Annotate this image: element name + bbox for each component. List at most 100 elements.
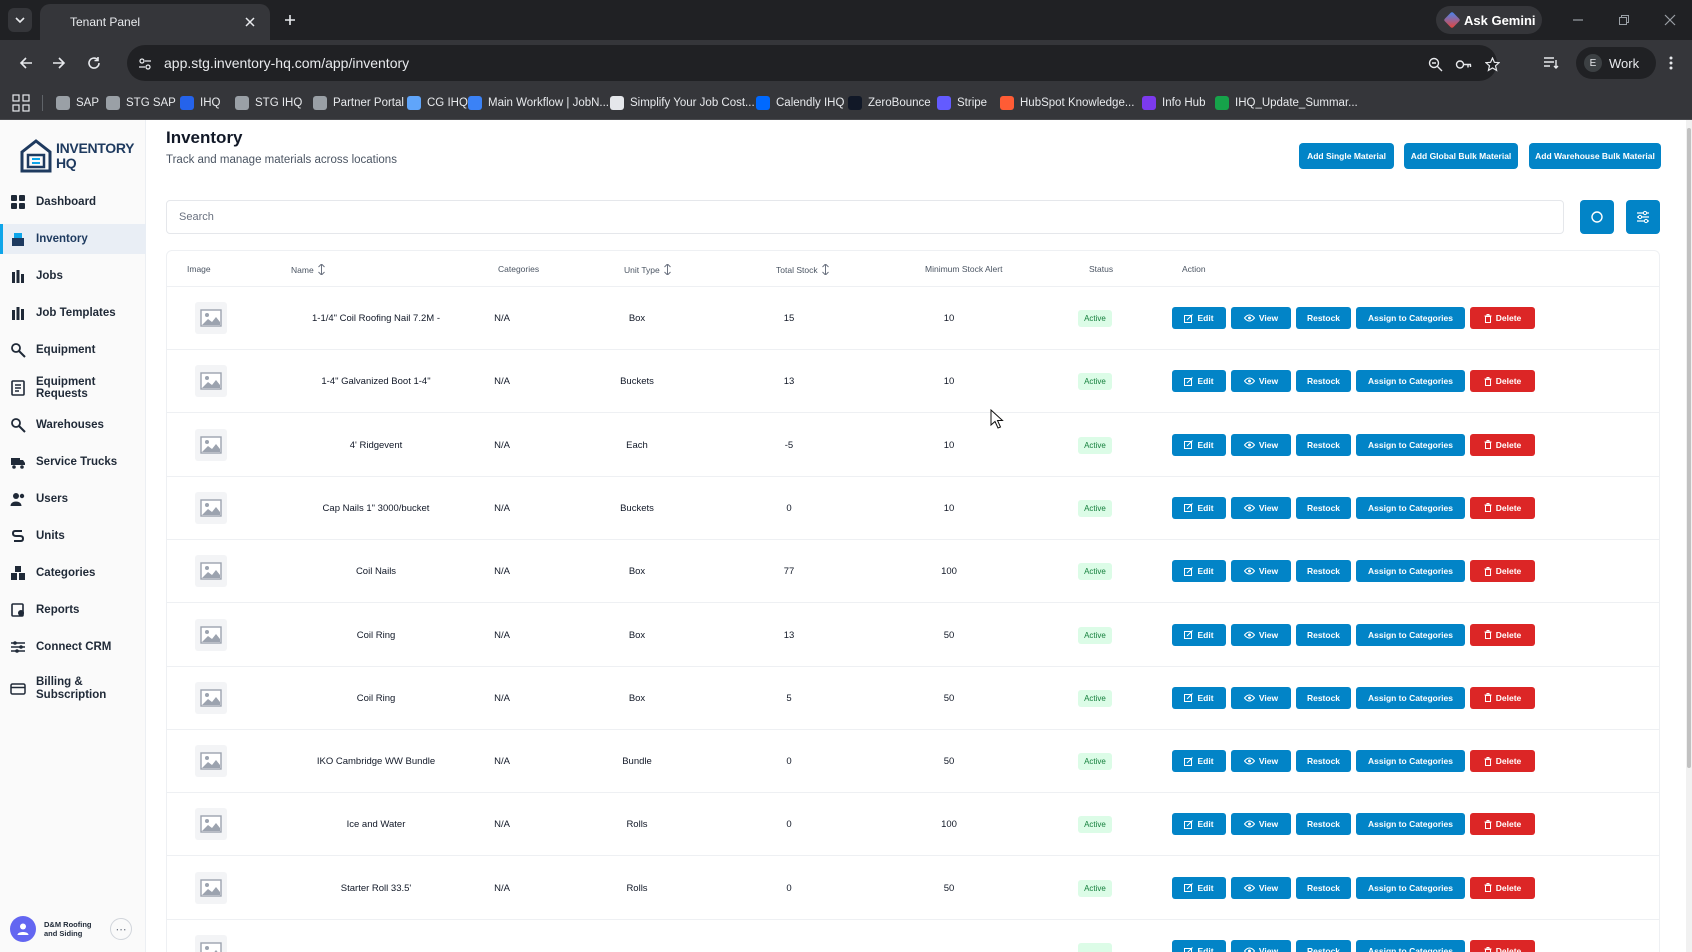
- bookmark-item[interactable]: Partner Portal: [313, 93, 404, 113]
- edit-button[interactable]: Edit: [1172, 813, 1226, 836]
- app-logo[interactable]: INVENTORY HQ: [20, 138, 135, 174]
- search-input[interactable]: Search: [166, 200, 1564, 234]
- bookmark-item[interactable]: IHQ_Update_Summar...: [1215, 93, 1358, 113]
- apps-grid-icon[interactable]: [12, 94, 30, 112]
- delete-button[interactable]: Delete: [1470, 496, 1535, 519]
- close-window-button[interactable]: [1660, 10, 1680, 30]
- assign-categories-button[interactable]: Assign to Categories: [1356, 876, 1465, 899]
- tab-search-button[interactable]: [8, 8, 32, 32]
- view-button[interactable]: View: [1231, 813, 1291, 836]
- sidebar-item-equipment[interactable]: Equipment: [0, 335, 146, 365]
- sidebar-item-units[interactable]: Units: [0, 521, 146, 551]
- delete-button[interactable]: Delete: [1470, 750, 1535, 773]
- browser-tab-active[interactable]: Tenant Panel: [40, 4, 270, 40]
- sidebar-item-dashboard[interactable]: Dashboard: [0, 187, 146, 217]
- sidebar-item-reports[interactable]: Reports: [0, 595, 146, 625]
- delete-button[interactable]: Delete: [1470, 813, 1535, 836]
- restock-button[interactable]: Restock: [1296, 686, 1351, 709]
- view-button[interactable]: View: [1231, 370, 1291, 393]
- assign-categories-button[interactable]: Assign to Categories: [1356, 750, 1465, 773]
- restock-button[interactable]: Restock: [1296, 560, 1351, 583]
- edit-button[interactable]: Edit: [1172, 940, 1226, 952]
- view-button[interactable]: View: [1231, 750, 1291, 773]
- view-button[interactable]: View: [1231, 433, 1291, 456]
- search-button[interactable]: [1580, 200, 1614, 234]
- sidebar-item-equipment-requests[interactable]: Equipment Requests: [0, 373, 146, 403]
- restock-button[interactable]: Restock: [1296, 496, 1351, 519]
- bookmark-item[interactable]: CG IHQ: [407, 93, 468, 113]
- sidebar-item-warehouses[interactable]: Warehouses: [0, 410, 146, 440]
- assign-categories-button[interactable]: Assign to Categories: [1356, 370, 1465, 393]
- sidebar-item-service-trucks[interactable]: Service Trucks: [0, 447, 146, 477]
- bookmark-item[interactable]: Calendly IHQ: [756, 93, 844, 113]
- delete-button[interactable]: Delete: [1470, 433, 1535, 456]
- assign-categories-button[interactable]: Assign to Categories: [1356, 686, 1465, 709]
- edit-button[interactable]: Edit: [1172, 370, 1226, 393]
- view-button[interactable]: View: [1231, 560, 1291, 583]
- assign-categories-button[interactable]: Assign to Categories: [1356, 813, 1465, 836]
- add-global-bulk-material-button[interactable]: Add Global Bulk Material: [1404, 143, 1518, 169]
- assign-categories-button[interactable]: Assign to Categories: [1356, 433, 1465, 456]
- view-button[interactable]: View: [1231, 307, 1291, 329]
- restock-button[interactable]: Restock: [1296, 307, 1351, 329]
- filter-button[interactable]: [1626, 200, 1660, 234]
- restore-button[interactable]: [1614, 10, 1634, 30]
- delete-button[interactable]: Delete: [1470, 560, 1535, 583]
- org-more-button[interactable]: ⋯: [110, 918, 132, 940]
- bookmark-item[interactable]: IHQ: [180, 93, 220, 113]
- add-single-material-button[interactable]: Add Single Material: [1299, 143, 1394, 169]
- assign-categories-button[interactable]: Assign to Categories: [1356, 623, 1465, 646]
- restock-button[interactable]: Restock: [1296, 813, 1351, 836]
- view-button[interactable]: View: [1231, 940, 1291, 952]
- org-switcher[interactable]: D&M Roofing and Siding ⋯: [10, 916, 132, 942]
- view-button[interactable]: View: [1231, 496, 1291, 519]
- zoom-icon[interactable]: [1425, 54, 1445, 74]
- delete-button[interactable]: Delete: [1470, 623, 1535, 646]
- sidebar-item-connect-crm[interactable]: Connect CRM: [0, 632, 146, 662]
- delete-button[interactable]: Delete: [1470, 307, 1535, 329]
- edit-button[interactable]: Edit: [1172, 433, 1226, 456]
- delete-button[interactable]: Delete: [1470, 940, 1535, 952]
- site-info-icon[interactable]: [135, 54, 155, 74]
- profile-button[interactable]: E Work: [1576, 47, 1656, 79]
- sidebar-item-jobs[interactable]: Jobs: [0, 261, 146, 291]
- restock-button[interactable]: Restock: [1296, 370, 1351, 393]
- col-unit-type[interactable]: Unit Type: [624, 264, 671, 275]
- sidebar-item-categories[interactable]: Categories: [0, 558, 146, 588]
- reading-list-icon[interactable]: [1540, 52, 1562, 74]
- reload-button[interactable]: [82, 51, 106, 75]
- forward-button[interactable]: [47, 51, 71, 75]
- assign-categories-button[interactable]: Assign to Categories: [1356, 940, 1465, 952]
- restock-button[interactable]: Restock: [1296, 750, 1351, 773]
- close-icon[interactable]: [242, 14, 258, 30]
- bookmark-item[interactable]: HubSpot Knowledge...: [1000, 93, 1134, 113]
- minimize-button[interactable]: [1568, 10, 1588, 30]
- edit-button[interactable]: Edit: [1172, 496, 1226, 519]
- edit-button[interactable]: Edit: [1172, 560, 1226, 583]
- bookmark-star-icon[interactable]: [1482, 54, 1502, 74]
- back-button[interactable]: [14, 51, 38, 75]
- restock-button[interactable]: Restock: [1296, 433, 1351, 456]
- bookmark-item[interactable]: Main Workflow | JobN...: [468, 93, 609, 113]
- bookmark-item[interactable]: ZeroBounce: [848, 93, 931, 113]
- new-tab-button[interactable]: [278, 8, 302, 32]
- page-scrollbar-thumb[interactable]: [1687, 128, 1691, 768]
- sidebar-item-billing-subscription[interactable]: Billing & Subscription: [0, 671, 146, 707]
- edit-button[interactable]: Edit: [1172, 686, 1226, 709]
- sidebar-item-users[interactable]: Users: [0, 484, 146, 514]
- edit-button[interactable]: Edit: [1172, 623, 1226, 646]
- bookmark-item[interactable]: STG IHQ: [235, 93, 302, 113]
- view-button[interactable]: View: [1231, 686, 1291, 709]
- delete-button[interactable]: Delete: [1470, 876, 1535, 899]
- bookmark-item[interactable]: Simplify Your Job Cost...: [610, 93, 755, 113]
- password-key-icon[interactable]: [1453, 54, 1473, 74]
- restock-button[interactable]: Restock: [1296, 876, 1351, 899]
- view-button[interactable]: View: [1231, 876, 1291, 899]
- sidebar-item-job-templates[interactable]: Job Templates: [0, 298, 146, 328]
- col-total-stock[interactable]: Total Stock: [776, 264, 829, 275]
- bookmark-item[interactable]: Stripe: [937, 93, 987, 113]
- address-bar[interactable]: app.stg.inventory-hq.com/app/inventory: [127, 45, 1500, 81]
- assign-categories-button[interactable]: Assign to Categories: [1356, 307, 1465, 329]
- bookmark-item[interactable]: Info Hub: [1142, 93, 1205, 113]
- ask-gemini-button[interactable]: Ask Gemini: [1436, 6, 1542, 34]
